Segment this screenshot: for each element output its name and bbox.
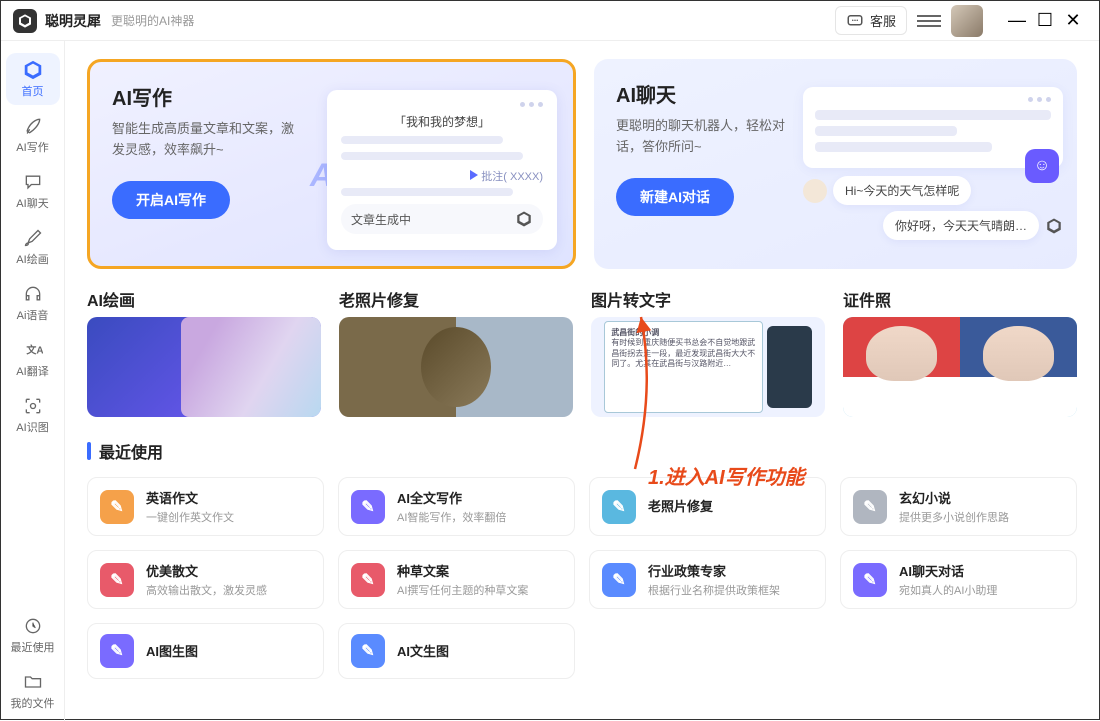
sidebar-item-home[interactable]: 首页 xyxy=(6,53,60,105)
folder-icon xyxy=(22,671,44,693)
app-logo xyxy=(13,9,37,33)
recent-item[interactable]: ✎ 种草文案 AI撰写任何主题的种草文案 xyxy=(338,550,575,609)
app-subtitle: 更聪明的AI神器 xyxy=(111,12,835,29)
main-content: AI写作 智能生成高质量文章和文案，激发灵感，效率飙升~ 开启AI写作 AI 「… xyxy=(65,41,1099,721)
sidebar-item-write[interactable]: AI写作 xyxy=(6,109,60,161)
write-preview: 「我和我的梦想」 批注( XXXX) 文章生成中 xyxy=(327,90,557,250)
sidebar-item-ocr[interactable]: AI识图 xyxy=(6,389,60,441)
user-avatar-icon xyxy=(803,179,827,203)
recent-item-sub: 高效输出散文，激发灵感 xyxy=(146,582,311,598)
translate-icon: 文A xyxy=(22,339,44,361)
recent-item[interactable]: ✎ 玄幻小说 提供更多小说创作思路 xyxy=(840,477,1077,536)
recent-item[interactable]: ✎ AI全文写作 AI智能写作，效率翻倍 xyxy=(338,477,575,536)
recent-item-title: AI文生图 xyxy=(397,641,562,660)
sidebar-item-paint[interactable]: AI绘画 xyxy=(6,221,60,273)
app-name: 聪明灵犀 xyxy=(45,11,101,31)
tile-thumb xyxy=(87,317,321,417)
home-icon xyxy=(22,59,44,81)
recent-item-title: AI全文写作 xyxy=(397,488,562,507)
recent-item-icon: ✎ xyxy=(602,490,636,524)
avatar[interactable] xyxy=(951,5,983,37)
hero-card-write[interactable]: AI写作 智能生成高质量文章和文案，激发灵感，效率飙升~ 开启AI写作 AI 「… xyxy=(87,59,576,269)
recent-item[interactable]: ✎ AI图生图 xyxy=(87,623,324,679)
recent-item-title: AI聊天对话 xyxy=(899,561,1064,580)
window-dots-icon xyxy=(341,102,543,107)
recent-item-sub: 宛如真人的AI小助理 xyxy=(899,582,1064,598)
hero-card-chat[interactable]: AI聊天 更聪明的聊天机器人，轻松对话，答你所问~ 新建AI对话 ☺ Hi~今天… xyxy=(594,59,1077,269)
support-button[interactable]: 客服 xyxy=(835,6,907,35)
card-desc: 更聪明的聊天机器人，轻松对话，答你所问~ xyxy=(616,116,806,158)
tile-thumb: 武昌街的小调有时候到重庆随便买书总会不自觉地跟武昌街拐去走一段，最近发现武昌街大… xyxy=(591,317,825,417)
chat-preview: ☺ Hi~今天的天气怎样呢 你好呀，今天天气晴朗… xyxy=(803,87,1063,240)
recent-item[interactable]: ✎ 英语作文 一键创作英文作文 xyxy=(87,477,324,536)
recent-item-icon: ✎ xyxy=(853,490,887,524)
recent-item-icon: ✎ xyxy=(351,634,385,668)
close-button[interactable]: ✕ xyxy=(1059,10,1087,31)
recent-item-icon: ✎ xyxy=(351,563,385,597)
recent-item-title: 优美散文 xyxy=(146,561,311,580)
recent-item[interactable]: ✎ AI文生图 xyxy=(338,623,575,679)
headphone-icon xyxy=(22,283,44,305)
chat-icon xyxy=(22,171,44,193)
tile-restore[interactable]: 老照片修复 xyxy=(339,287,573,417)
recent-item[interactable]: ✎ AI聊天对话 宛如真人的AI小助理 xyxy=(840,550,1077,609)
sidebar-item-files[interactable]: 我的文件 xyxy=(6,665,60,717)
tile-thumb xyxy=(843,317,1077,417)
svg-text:文A: 文A xyxy=(26,343,43,356)
tile-thumb xyxy=(339,317,573,417)
recent-item-icon: ✎ xyxy=(100,490,134,524)
scan-icon xyxy=(22,395,44,417)
brush-icon xyxy=(22,227,44,249)
card-desc: 智能生成高质量文章和文案，激发灵感，效率飙升~ xyxy=(112,119,302,161)
chat-fab-icon: ☺ xyxy=(1025,149,1059,183)
maximize-button[interactable]: ☐ xyxy=(1031,10,1059,31)
recent-item-sub: 一键创作英文作文 xyxy=(146,509,311,525)
recent-item-title: 老照片修复 xyxy=(648,496,813,515)
sidebar-item-voice[interactable]: Ai语音 xyxy=(6,277,60,329)
sidebar: 首页 AI写作 AI聊天 AI绘画 Ai语音 文A AI翻译 AI识图 xyxy=(1,41,65,721)
tile-idphoto[interactable]: 证件照 xyxy=(843,287,1077,417)
chat-bubble-icon xyxy=(846,12,864,30)
recent-item-title: 英语作文 xyxy=(146,488,311,507)
recent-item-sub: AI撰写任何主题的种草文案 xyxy=(397,582,562,598)
recent-item-sub: 根据行业名称提供政策框架 xyxy=(648,582,813,598)
start-write-button[interactable]: 开启AI写作 xyxy=(112,181,230,219)
recent-item-sub: 提供更多小说创作思路 xyxy=(899,509,1064,525)
feather-icon xyxy=(22,115,44,137)
hex-logo-icon xyxy=(515,210,533,228)
recent-item[interactable]: ✎ 优美散文 高效输出散文，激发灵感 xyxy=(87,550,324,609)
recent-item-title: AI图生图 xyxy=(146,641,311,660)
sidebar-item-translate[interactable]: 文A AI翻译 xyxy=(6,333,60,385)
recent-item-icon: ✎ xyxy=(351,490,385,524)
menu-icon[interactable] xyxy=(917,9,941,33)
hex-logo-icon xyxy=(1045,217,1063,235)
recent-item-icon: ✎ xyxy=(100,563,134,597)
recent-item-icon: ✎ xyxy=(100,634,134,668)
recent-item-icon: ✎ xyxy=(602,563,636,597)
recent-item-icon: ✎ xyxy=(853,563,887,597)
sidebar-item-chat[interactable]: AI聊天 xyxy=(6,165,60,217)
sidebar-item-recent[interactable]: 最近使用 xyxy=(6,609,60,661)
recent-grid: ✎ 英语作文 一键创作英文作文 ✎ AI全文写作 AI智能写作，效率翻倍 ✎ 老… xyxy=(87,477,1077,679)
recent-item-sub: AI智能写作，效率翻倍 xyxy=(397,509,562,525)
titlebar: 聪明灵犀 更聪明的AI神器 客服 — ☐ ✕ xyxy=(1,1,1099,41)
recent-item-title: 种草文案 xyxy=(397,561,562,580)
tile-paint[interactable]: AI绘画 xyxy=(87,287,321,417)
recent-item[interactable]: ✎ 行业政策专家 根据行业名称提供政策框架 xyxy=(589,550,826,609)
tile-ocr[interactable]: 图片转文字 武昌街的小调有时候到重庆随便买书总会不自觉地跟武昌街拐去走一段，最近… xyxy=(591,287,825,417)
recent-item-title: 行业政策专家 xyxy=(648,561,813,580)
clock-icon xyxy=(22,615,44,637)
minimize-button[interactable]: — xyxy=(1003,10,1031,31)
recent-heading: 最近使用 xyxy=(87,439,1077,463)
recent-item[interactable]: ✎ 老照片修复 xyxy=(589,477,826,536)
start-chat-button[interactable]: 新建AI对话 xyxy=(616,178,734,216)
recent-item-title: 玄幻小说 xyxy=(899,488,1064,507)
window-dots-icon xyxy=(815,97,1051,102)
